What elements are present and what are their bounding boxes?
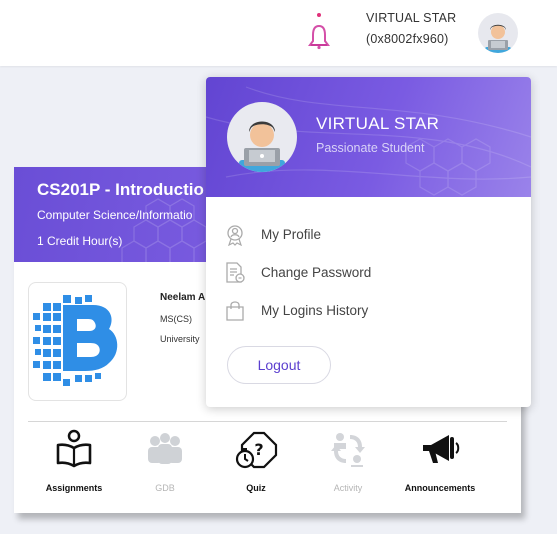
activity-label: Activity: [333, 483, 363, 493]
divider: [28, 421, 507, 422]
gdb-label: GDB: [155, 483, 175, 493]
document-lock-icon: [224, 262, 246, 284]
profile-name: VIRTUAL STAR: [316, 114, 440, 133]
group-icon: [148, 433, 182, 464]
bag-icon: [224, 300, 246, 322]
quiz-label: Quiz: [246, 483, 266, 493]
announcements-tile[interactable]: Announcements: [395, 429, 485, 499]
quiz-tile[interactable]: ? Quiz: [211, 429, 301, 499]
menu-item-logins-history-label: My Logins History: [261, 303, 369, 318]
menu-item-my-profile[interactable]: My Profile: [224, 220, 514, 250]
user-id: (0x8002fx960): [366, 32, 449, 46]
teacher-degree: MS(CS): [160, 314, 192, 324]
course-credit-hours: 1 Credit Hour(s): [37, 234, 123, 248]
teacher-university: University: [160, 334, 200, 344]
quiz-timer-icon: ?: [235, 431, 278, 469]
book-reader-icon: [56, 429, 92, 468]
teacher-name: Neelam A: [160, 292, 206, 303]
activity-cycle-icon: [331, 433, 365, 467]
top-bar: VIRTUAL STAR (0x8002fx960): [0, 0, 557, 66]
assignments-tile[interactable]: Assignments: [29, 429, 119, 499]
profile-dropdown-header: VIRTUAL STAR Passionate Student: [206, 77, 531, 197]
course-title[interactable]: CS201P - Introductio: [37, 180, 204, 200]
avatar[interactable]: [478, 13, 518, 53]
course-logo: [28, 282, 127, 401]
profile-dropdown: VIRTUAL STAR Passionate Student My Profi…: [206, 77, 531, 407]
logout-button[interactable]: Logout: [227, 346, 331, 384]
gdb-tile: GDB: [120, 429, 210, 499]
user-name[interactable]: VIRTUAL STAR: [366, 11, 456, 25]
notification-bell-icon[interactable]: [307, 12, 331, 50]
activity-tile: Activity: [303, 429, 393, 499]
menu-item-my-profile-label: My Profile: [261, 227, 322, 242]
menu-item-change-password-label: Change Password: [261, 265, 372, 280]
profile-avatar: [227, 102, 297, 172]
menu-item-change-password[interactable]: Change Password: [224, 258, 514, 288]
menu-item-logins-history[interactable]: My Logins History: [224, 296, 514, 326]
announcements-label: Announcements: [404, 483, 476, 493]
profile-role: Passionate Student: [316, 141, 425, 155]
assignments-label: Assignments: [45, 483, 103, 493]
svg-text:?: ?: [254, 440, 263, 459]
megaphone-icon: [423, 435, 460, 463]
course-department: Computer Science/Informatio: [37, 208, 193, 222]
profile-badge-icon: [224, 224, 246, 247]
